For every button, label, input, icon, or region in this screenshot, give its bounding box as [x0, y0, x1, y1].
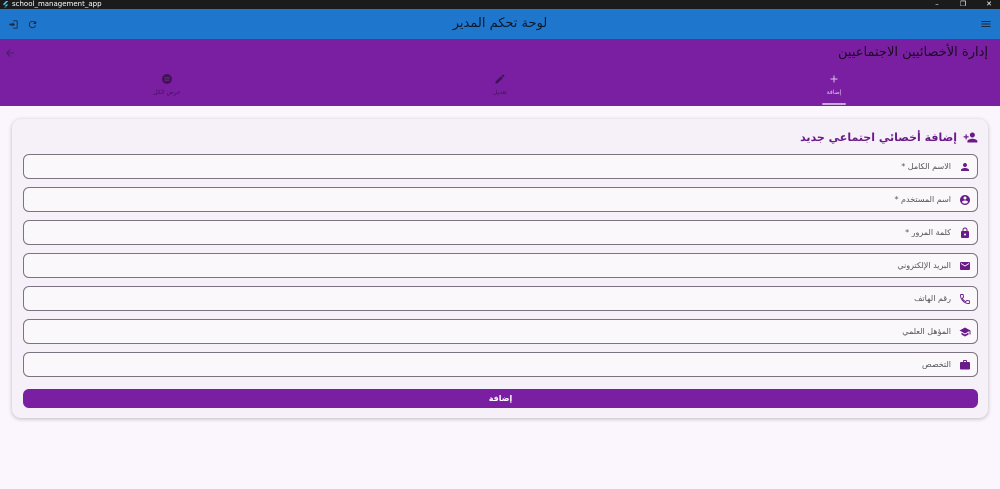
minimize-icon[interactable]: – — [932, 0, 942, 9]
email-input[interactable] — [51, 254, 951, 277]
section-title: إدارة الأخصائيين الاجتماعيين — [838, 45, 988, 60]
app-title: لوحة تحكم المدير — [452, 16, 548, 31]
graduation-cap-icon — [958, 325, 971, 338]
window-title: school_management_app — [12, 0, 102, 8]
email-field[interactable] — [23, 253, 978, 278]
briefcase-icon — [958, 358, 971, 371]
add-button[interactable]: إضافة — [23, 389, 978, 408]
username-field[interactable] — [23, 187, 978, 212]
edit-icon — [493, 72, 507, 86]
tab-label: تعديل — [493, 89, 507, 96]
tab-edit[interactable]: تعديل — [430, 72, 570, 102]
account-circle-icon — [958, 193, 971, 206]
specialization-input[interactable] — [51, 353, 951, 376]
add-icon — [827, 72, 841, 86]
email-icon — [958, 259, 971, 272]
password-input[interactable] — [51, 221, 951, 244]
flutter-logo-icon — [3, 1, 9, 8]
add-specialist-form: إضافة أخصائي اجتماعي جديد الاسم الكامل *… — [12, 119, 988, 418]
window-title-bar: school_management_app – ❐ ✕ — [0, 0, 1000, 9]
tab-add[interactable]: إضافة — [764, 72, 904, 102]
back-arrow-icon[interactable] — [4, 47, 16, 59]
form-title: إضافة أخصائي اجتماعي جديد — [800, 131, 957, 144]
menu-icon[interactable] — [978, 16, 994, 32]
phone-icon — [958, 292, 971, 305]
section-header: إدارة الأخصائيين الاجتماعيين عرض الكل تع… — [0, 39, 1000, 106]
lock-icon — [958, 226, 971, 239]
tab-label: إضافة — [826, 89, 842, 96]
password-field[interactable] — [23, 220, 978, 245]
specialization-field[interactable] — [23, 352, 978, 377]
qualification-input[interactable] — [51, 320, 951, 343]
form-header: إضافة أخصائي اجتماعي جديد — [800, 130, 978, 145]
list-icon — [160, 72, 174, 86]
full-name-input[interactable] — [51, 155, 951, 178]
active-tab-indicator — [822, 103, 846, 105]
qualification-field[interactable] — [23, 319, 978, 344]
maximize-icon[interactable]: ❐ — [958, 0, 968, 9]
tab-view-all[interactable]: عرض الكل — [97, 72, 237, 102]
full-name-field[interactable] — [23, 154, 978, 179]
phone-field[interactable] — [23, 286, 978, 311]
person-add-icon — [963, 132, 978, 143]
username-input[interactable] — [51, 188, 951, 211]
phone-input[interactable] — [51, 287, 951, 310]
person-icon — [958, 160, 971, 173]
close-icon[interactable]: ✕ — [984, 0, 994, 9]
tab-label: عرض الكل — [153, 89, 181, 96]
app-bar: لوحة تحكم المدير — [0, 9, 1000, 39]
